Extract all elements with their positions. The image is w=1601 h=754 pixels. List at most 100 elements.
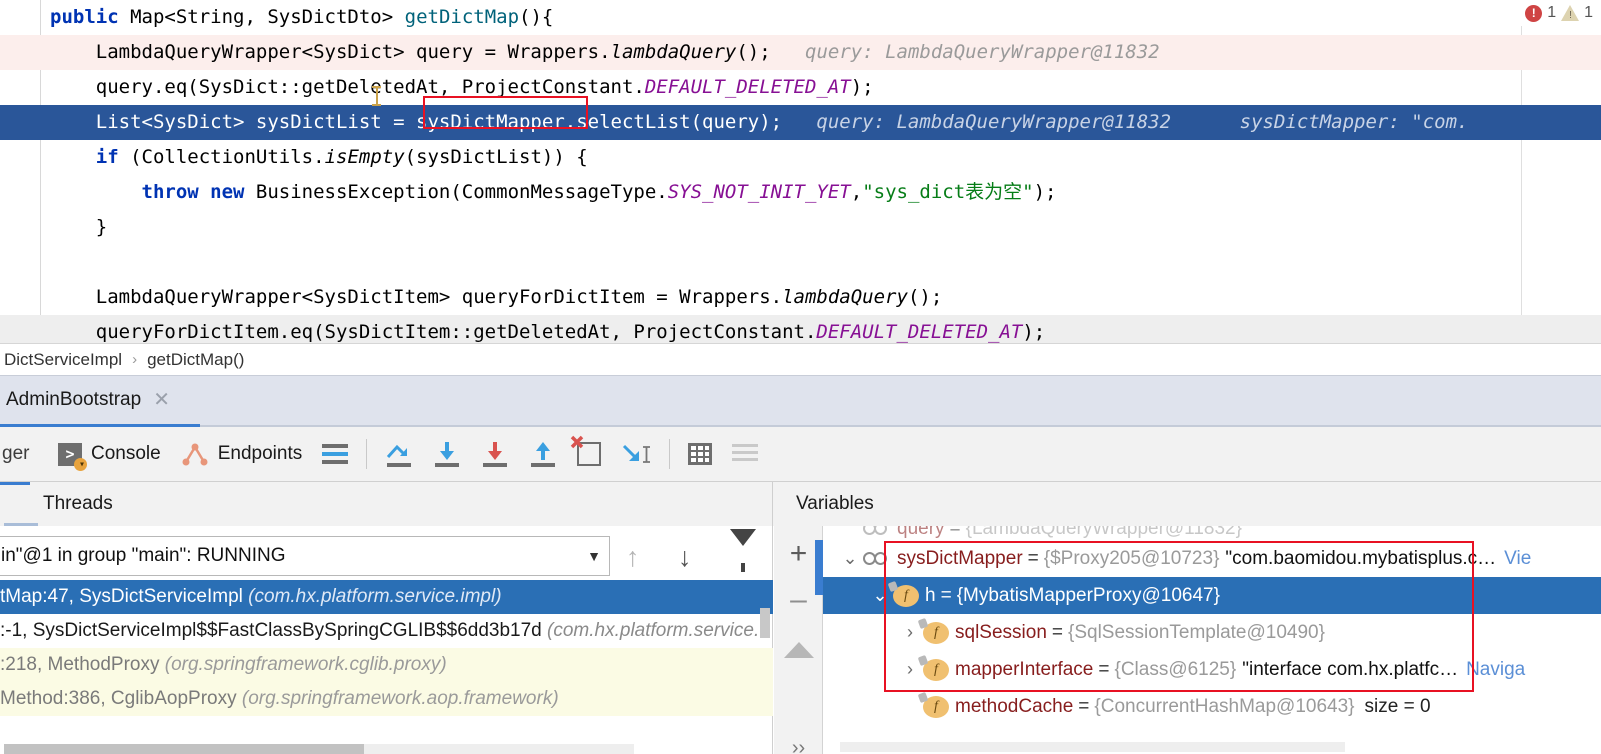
frame-package: (com.hx.platform.service.impl)	[248, 586, 501, 607]
code-line[interactable]: if (CollectionUtils.isEmpty(sysDictList)…	[0, 140, 1601, 175]
toolbar-evaluate-expression-button[interactable]	[678, 427, 722, 482]
code-token: getDictMap	[405, 6, 519, 28]
frame-location: :-1, SysDictServiceImpl$$FastClassBySpri…	[0, 620, 547, 641]
expand-more-button[interactable]: ››	[774, 726, 823, 754]
sidebar-tab-debugger[interactable]: ger	[0, 443, 48, 465]
code-token: DEFAULT_DELETED_AT	[645, 76, 851, 98]
breadcrumb-item-class[interactable]: DictServiceImpl	[0, 350, 126, 370]
variables-horizontal-scrollbar[interactable]	[840, 742, 1345, 752]
tab-adminbootstrap[interactable]: AdminBootstrap ✕	[0, 376, 184, 424]
panel-header-variables[interactable]: Variables	[773, 482, 1601, 526]
call-stack-frame-row[interactable]: tMap:47, SysDictServiceImpl (com.hx.plat…	[0, 580, 773, 614]
variable-action-link: Naviga	[1458, 651, 1525, 688]
toolbar-step-out-button[interactable]	[519, 427, 567, 482]
code-token: (CollectionUtils.	[119, 146, 325, 168]
call-stack-frame-row[interactable]: :218, MethodProxy (org.springframework.c…	[0, 648, 773, 682]
variable-name: query	[897, 526, 945, 540]
variable-value: {LambdaQueryWrapper@11832}	[966, 526, 1242, 540]
variable-row[interactable]: query={LambdaQueryWrapper@11832}	[823, 526, 1601, 540]
variable-name: mapperInterface	[955, 651, 1093, 688]
toolbar-layout-settings-button[interactable]	[722, 427, 768, 482]
toolbar-console-button[interactable]: >▾ Console	[48, 427, 171, 482]
code-line[interactable]: public Map<String, SysDictDto> getDictMa…	[0, 0, 1601, 35]
inspection-widget[interactable]: ! 1 ! 1	[1459, 0, 1601, 26]
code-token: );	[851, 76, 874, 98]
code-line[interactable]: LambdaQueryWrapper<SysDictItem> queryFor…	[0, 280, 1601, 315]
code-token	[50, 146, 96, 168]
console-icon: >▾	[58, 443, 82, 466]
variable-row[interactable]: fmethodCache={ConcurrentHashMap@10643}si…	[823, 688, 1601, 725]
threads-panel[interactable]: in"@1 in group "main": RUNNING ▼ tMap:47…	[0, 526, 773, 754]
code-line[interactable]: List<SysDict> sysDictList = sysDictMappe…	[0, 105, 1601, 140]
collapse-triangle-button[interactable]	[774, 628, 823, 672]
sort-lines-icon	[732, 444, 758, 464]
code-line[interactable]: throw new BusinessException(CommonMessag…	[0, 175, 1601, 210]
variable-row[interactable]: ›fmapperInterface={Class@6125}"interface…	[823, 651, 1601, 688]
variable-equals: =	[945, 526, 966, 540]
code-token: SYS_NOT_INIT_YET	[668, 181, 851, 203]
variable-row[interactable]: ⌄sysDictMapper={$Proxy205@10723}"com.bao…	[823, 540, 1601, 577]
toolbar-layout-button[interactable]	[312, 427, 358, 482]
variable-name: sqlSession	[955, 614, 1047, 651]
toolbar-drop-frame-button[interactable]	[567, 427, 611, 482]
variables-tree[interactable]: query={LambdaQueryWrapper@11832}⌄sysDict…	[823, 526, 1601, 754]
call-stack-frame-row[interactable]: Method:386, CglibAopProxy (org.springfra…	[0, 682, 773, 716]
force-step-into-icon	[481, 441, 509, 467]
variables-header-label: Variables	[796, 493, 874, 515]
code-line[interactable]: queryForDictItem.eq(SysDictItem::getDele…	[0, 315, 1601, 343]
toolbar-endpoints-button[interactable]: Endpoints	[171, 427, 313, 482]
evaluate-expression-icon	[688, 443, 712, 465]
toolbar-step-into-button[interactable]	[423, 427, 471, 482]
close-icon[interactable]: ✕	[153, 390, 170, 410]
code-token: ,	[851, 181, 862, 203]
code-line[interactable]	[0, 245, 1601, 280]
variable-name: h	[925, 577, 936, 614]
frame-package: (org.springframework.cglib.proxy)	[165, 654, 447, 675]
variable-value: {ConcurrentHashMap@10643}	[1094, 688, 1354, 725]
frame-location: Method:386, CglibAopProxy	[0, 688, 242, 709]
frames-move-down-button[interactable]	[678, 542, 708, 572]
variable-row[interactable]: ⌄fh={MybatisMapperProxy@10647}	[823, 577, 1601, 614]
variable-string-preview: "com.baomidou.mybatisplus.c…	[1219, 540, 1496, 577]
frame-package: (com.hx.platform.service.	[547, 620, 759, 641]
code-token: ();	[908, 286, 942, 308]
variable-value: {MybatisMapperProxy@10647}	[957, 577, 1220, 614]
call-stack-frame-row[interactable]: :-1, SysDictServiceImpl$$FastClassBySpri…	[0, 614, 773, 648]
code-token: ();	[736, 41, 770, 63]
code-line[interactable]: query.eq(SysDict::getDeletedAt, ProjectC…	[0, 70, 1601, 105]
chevron-down-icon[interactable]: ⌄	[837, 540, 863, 577]
code-token: DEFAULT_DELETED_AT	[816, 321, 1022, 343]
chevron-down-icon[interactable]: ▼	[587, 548, 601, 564]
step-into-icon	[433, 441, 461, 467]
code-line[interactable]: LambdaQueryWrapper<SysDict> query = Wrap…	[0, 35, 1601, 70]
panel-header-threads[interactable]: Threads	[0, 482, 773, 526]
run-to-cursor-icon	[621, 441, 651, 467]
toolbar-step-over-button[interactable]	[375, 427, 423, 482]
drop-frame-icon	[577, 442, 601, 466]
toolbar-run-to-cursor-button[interactable]	[611, 427, 661, 482]
toolbar-divider	[366, 439, 367, 469]
breadcrumb[interactable]: DictServiceImpl › getDictMap()	[0, 343, 1601, 375]
error-circle-icon: !	[1525, 5, 1542, 22]
code-token: if	[96, 146, 119, 168]
thread-selector-value: in"@1 in group "main": RUNNING	[1, 545, 286, 567]
frames-horizontal-scrollbar[interactable]	[4, 744, 634, 754]
code-token: query: LambdaQueryWrapper@11832	[771, 41, 1160, 63]
tab-label: AdminBootstrap	[6, 389, 141, 411]
call-stack-frames-list[interactable]: tMap:47, SysDictServiceImpl (com.hx.plat…	[0, 580, 773, 754]
run-tabstrip[interactable]: AdminBootstrap ✕	[0, 375, 1601, 427]
debug-toolbar[interactable]: ger >▾ Console Endpoints	[0, 427, 1601, 482]
filter-funnel-icon[interactable]	[730, 546, 760, 576]
code-token: query.eq(SysDict::getDeletedAt, ProjectC…	[50, 76, 645, 98]
code-line[interactable]: }	[0, 210, 1601, 245]
toolbar-force-step-into-button[interactable]	[471, 427, 519, 482]
frames-vertical-scrollbar[interactable]	[760, 580, 770, 754]
variable-row[interactable]: ›fsqlSession={SqlSessionTemplate@10490}	[823, 614, 1601, 651]
code-editor[interactable]: public Map<String, SysDictDto> getDictMa…	[0, 0, 1601, 343]
code-token: lambdaQuery	[611, 41, 737, 63]
thread-selector-dropdown[interactable]: in"@1 in group "main": RUNNING ▼	[0, 536, 610, 576]
field-icon: f	[923, 696, 949, 718]
breadcrumb-item-method[interactable]: getDictMap()	[143, 350, 248, 370]
code-token	[50, 181, 142, 203]
frames-move-up-button[interactable]	[626, 542, 656, 572]
